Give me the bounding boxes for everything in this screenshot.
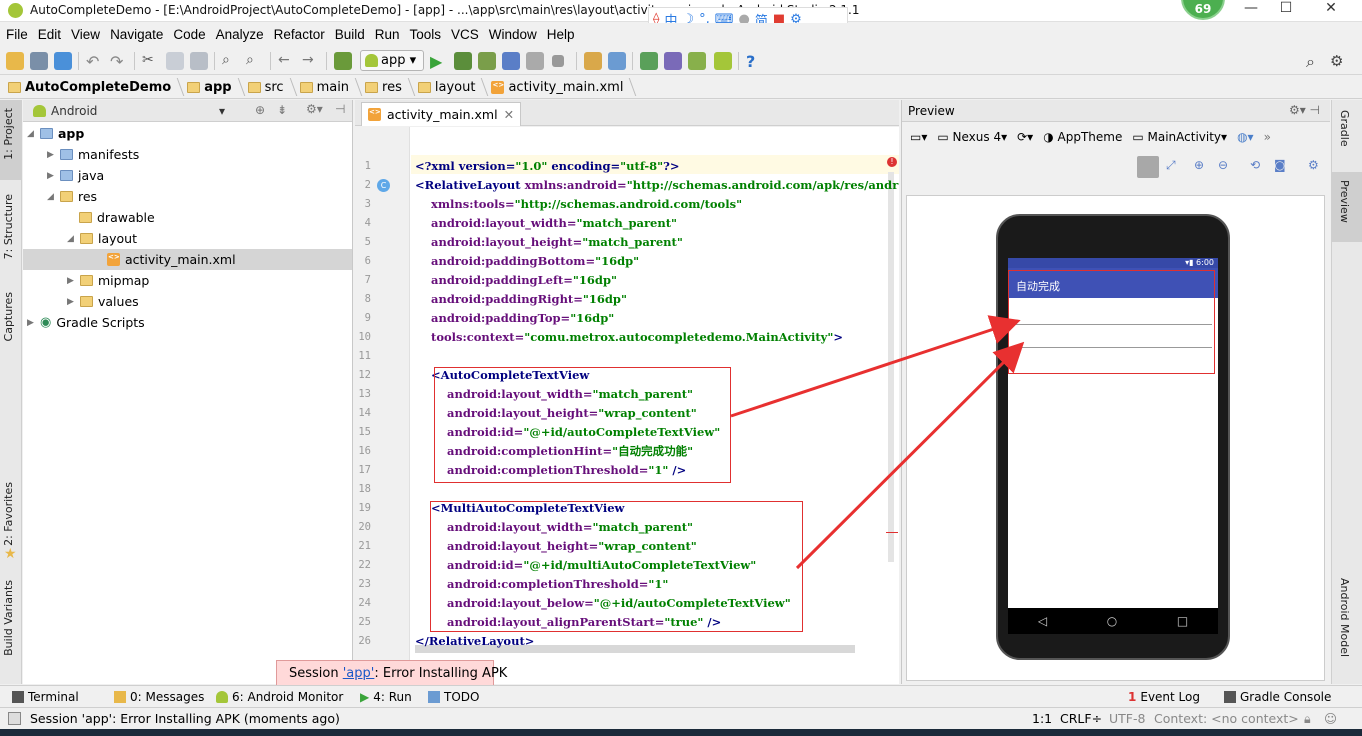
inspector-icon[interactable]: ☺ — [1324, 711, 1337, 726]
line-separator[interactable]: CRLF÷ — [1060, 711, 1102, 726]
os-taskbar — [0, 729, 1362, 736]
tab-run[interactable]: ▶ 4: Run — [360, 690, 412, 704]
caret-position[interactable]: 1:1 — [1032, 711, 1052, 726]
status-message: Session 'app': Error Installing APK (mom… — [30, 711, 340, 726]
lock-icon[interactable]: 🔒︎ — [1304, 711, 1311, 727]
annotation-arrows — [730, 315, 1025, 570]
terminal-icon — [12, 691, 24, 703]
tab-event-log[interactable]: 1 Event Log — [1128, 690, 1200, 704]
error-balloon[interactable]: Session 'app': Error Installing APK — [276, 660, 507, 686]
event-log-icon: 1 — [1128, 690, 1137, 704]
tab-todo[interactable]: TODO — [428, 690, 479, 704]
tab-messages[interactable]: 0: Messages — [114, 690, 204, 704]
context-indicator[interactable]: Context: <no context> — [1154, 711, 1299, 726]
session-app-link[interactable]: 'app' — [343, 666, 375, 681]
tab-terminal[interactable]: Terminal — [12, 690, 79, 704]
toggle-tool-windows-icon[interactable] — [8, 712, 21, 725]
status-bar-bottom: Session 'app': Error Installing APK (mom… — [0, 707, 1362, 729]
android-icon — [216, 691, 228, 703]
arrow-to-multiautocomplete — [795, 341, 1025, 570]
file-encoding[interactable]: UTF-8 — [1109, 711, 1145, 726]
bottom-tool-bar: Terminal 0: Messages 6: Android Monitor … — [0, 685, 1362, 707]
console-icon — [1224, 691, 1236, 703]
todo-icon — [428, 691, 440, 703]
arrow-to-autocomplete — [730, 315, 1021, 418]
tab-android-monitor[interactable]: 6: Android Monitor — [216, 690, 343, 704]
run-icon: ▶ — [360, 690, 370, 704]
messages-icon — [114, 691, 126, 703]
tab-gradle-console[interactable]: Gradle Console — [1224, 690, 1331, 704]
